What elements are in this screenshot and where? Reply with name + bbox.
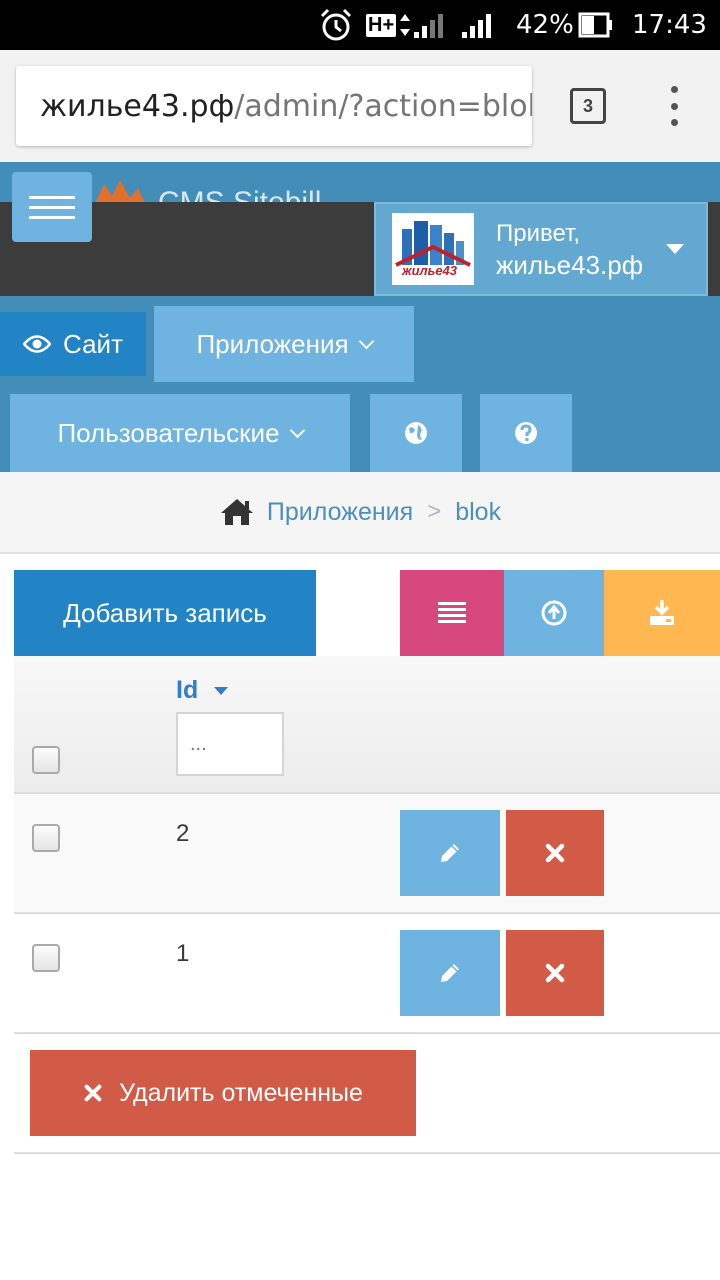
avatar-label: жилье43: [402, 263, 458, 278]
nav-site-label: Сайт: [63, 328, 123, 359]
breadcrumb: Приложения > blok: [0, 472, 720, 554]
bulk-actions: Удалить отмеченные: [14, 1034, 720, 1154]
signal-icon: [412, 0, 452, 50]
edit-button[interactable]: [400, 930, 500, 1016]
upload-circle-icon: [541, 600, 567, 626]
pencil-icon: [441, 964, 459, 982]
url-path: /admin/?action=blok: [234, 88, 532, 124]
tab-switcher-button[interactable]: 3: [570, 88, 606, 124]
chevron-down-icon: [289, 422, 305, 438]
admin-top-band: CMS Sitebill: [0, 162, 720, 202]
download-icon: [650, 600, 674, 625]
nav-apps-label: Приложения: [196, 328, 349, 359]
id-column-header[interactable]: Id: [176, 676, 229, 705]
battery-icon: [578, 0, 614, 50]
delete-selected-label: Удалить отмеченные: [119, 1078, 363, 1107]
delete-selected-button[interactable]: Удалить отмеченные: [30, 1050, 416, 1136]
row-id: 2: [176, 820, 190, 847]
network-type-label: H+: [366, 13, 397, 37]
nav-globe-button[interactable]: [370, 394, 462, 472]
globe-icon: [405, 422, 427, 444]
question-circle-icon: [515, 422, 537, 444]
url-host: жилье43.рф: [40, 88, 235, 124]
id-filter-input[interactable]: [176, 712, 284, 776]
user-menu[interactable]: жилье43 Привет, жилье43.рф: [374, 202, 708, 296]
table-header: Id: [14, 656, 720, 794]
nav-help-button[interactable]: [480, 394, 572, 472]
browser-menu-icon[interactable]: [664, 86, 684, 126]
nav-custom-dropdown[interactable]: Пользовательские: [10, 394, 350, 472]
nav-apps-dropdown[interactable]: Приложения: [154, 306, 414, 382]
battery-percent: 42%: [516, 10, 574, 40]
eye-icon: [23, 335, 52, 353]
close-icon: [84, 1084, 102, 1102]
id-column-label: Id: [176, 676, 199, 704]
brand-logo-icon: [95, 180, 145, 202]
caret-down-icon: [666, 244, 684, 254]
nav-site-button[interactable]: Сайт: [0, 312, 146, 376]
row-checkbox[interactable]: [32, 824, 60, 852]
row-checkbox[interactable]: [32, 944, 60, 972]
avatar: жилье43: [392, 213, 474, 285]
breadcrumb-separator: >: [427, 498, 442, 525]
breadcrumb-current: blok: [455, 497, 502, 526]
close-icon: [545, 843, 565, 863]
delete-button[interactable]: [506, 930, 604, 1016]
table-row: 2: [14, 794, 720, 914]
breadcrumb-apps-link[interactable]: Приложения: [267, 498, 413, 527]
delete-button[interactable]: [506, 810, 604, 896]
select-all-checkbox[interactable]: [32, 746, 60, 774]
address-bar[interactable]: жилье43.рф/admin/?action=blok: [16, 66, 532, 146]
browser-toolbar: жилье43.рф/admin/?action=blok 3: [0, 50, 720, 162]
chevron-down-icon: [358, 333, 374, 349]
add-record-button[interactable]: Добавить запись: [14, 570, 316, 656]
nav-custom-label: Пользовательские: [57, 417, 280, 448]
status-bar: H+ 42% 17:43: [0, 0, 720, 50]
upload-button[interactable]: [504, 570, 604, 656]
brand-text: CMS Sitebill: [158, 186, 321, 202]
network-type: H+: [366, 0, 412, 50]
clock: 17:43: [632, 10, 707, 40]
edit-button[interactable]: [400, 810, 500, 896]
list-icon: [438, 602, 466, 623]
pencil-icon: [441, 844, 459, 862]
user-greeting: Привет,: [496, 220, 581, 247]
user-name: жилье43.рф: [496, 250, 644, 280]
close-icon: [545, 963, 565, 983]
home-icon[interactable]: [219, 497, 255, 527]
list-view-button[interactable]: [400, 570, 504, 656]
sort-desc-icon: [214, 686, 229, 695]
menu-toggle-button[interactable]: [12, 172, 92, 242]
table-row: 1: [14, 914, 720, 1034]
signal-icon-2: [460, 0, 500, 50]
row-id: 1: [176, 940, 190, 967]
alarm-icon: [318, 0, 354, 50]
download-button[interactable]: [604, 570, 720, 656]
